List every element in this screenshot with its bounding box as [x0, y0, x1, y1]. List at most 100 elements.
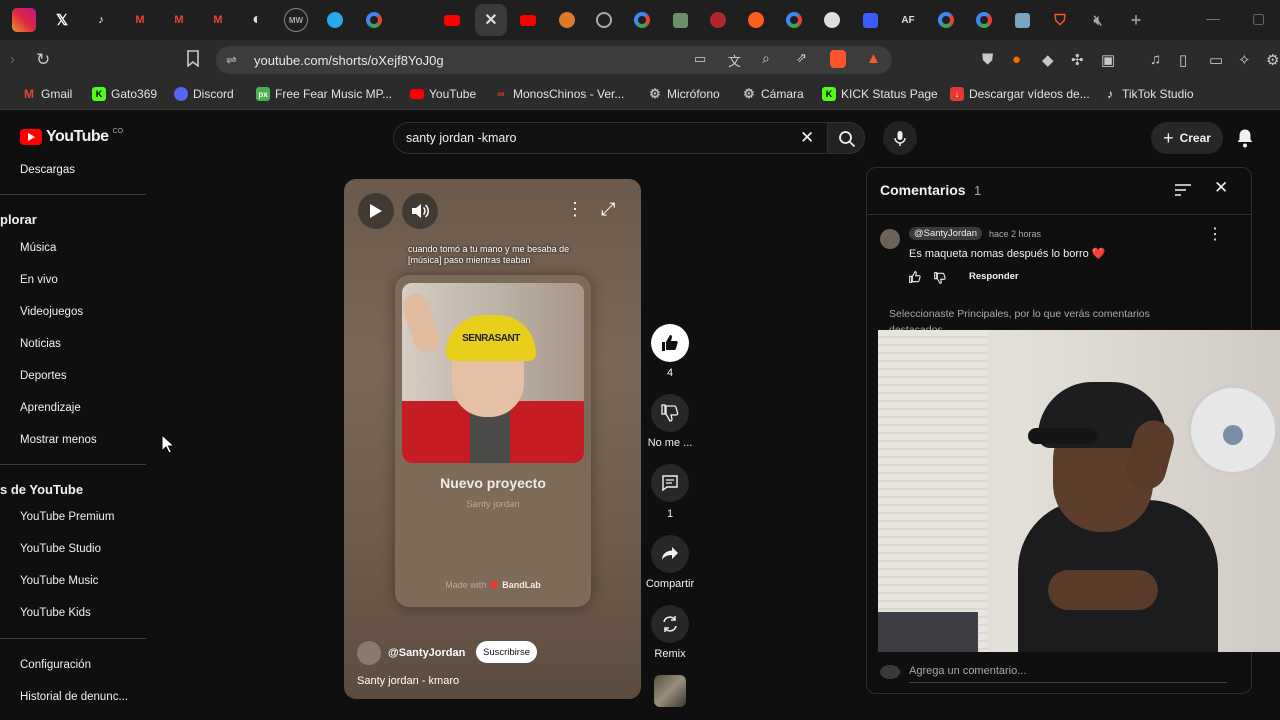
screenshot-icon[interactable]: ▣ — [1101, 51, 1115, 69]
tab-crunchy-icon[interactable] — [748, 12, 764, 28]
subscribe-button[interactable]: Suscribirse — [476, 641, 537, 663]
voice-search-button[interactable] — [883, 121, 917, 155]
sidebar-item-mostrar-menos[interactable]: Mostrar menos — [20, 434, 97, 446]
notifications-bell-icon[interactable] — [1236, 128, 1254, 148]
tab-github-icon[interactable] — [824, 12, 840, 28]
tab-close-icon[interactable]: ✕ — [475, 4, 507, 36]
sidebar-item-deportes[interactable]: Deportes — [20, 370, 67, 382]
reload-icon[interactable]: ↻ — [36, 50, 50, 70]
search-box[interactable]: santy jordan -kmaro ✕ — [393, 122, 828, 154]
share-icon[interactable]: ⇗ — [796, 50, 807, 66]
tab-x-icon[interactable]: 𝕏 — [50, 8, 74, 32]
sidebar-item-aprendizaje[interactable]: Aprendizaje — [20, 402, 81, 414]
sidebar-item-descargas[interactable]: Descargas — [20, 164, 75, 176]
share-button[interactable] — [651, 535, 689, 573]
bookmark-camara[interactable]: ⚙ Cámara — [742, 86, 804, 101]
tab-google-icon[interactable] — [976, 12, 992, 28]
shield-icon[interactable]: ⛊ — [982, 51, 993, 68]
sidebar-item-noticias[interactable]: Noticias — [20, 338, 61, 350]
more-options-icon[interactable]: ⋮ — [566, 200, 584, 218]
tab-google-icon[interactable] — [938, 12, 954, 28]
tab-gmail-icon[interactable]: M — [206, 8, 230, 32]
sidebar-item-videojuegos[interactable]: Videojuegos — [20, 306, 83, 318]
channel-avatar[interactable] — [357, 641, 381, 665]
tab-gmail-icon[interactable]: M — [128, 8, 152, 32]
bookmark-gato369[interactable]: K Gato369 — [92, 87, 157, 101]
tab-orange-icon[interactable] — [559, 12, 575, 28]
bookmark-tiktok-studio[interactable]: ♪ TikTok Studio — [1103, 87, 1194, 101]
brave-shields-icon[interactable] — [830, 50, 846, 68]
volume-button[interactable] — [402, 193, 438, 229]
tab-google-icon[interactable] — [786, 12, 802, 28]
shorts-player[interactable]: ⋮ ⤢ cuando tomó a tu mano y me besaba de… — [344, 179, 641, 699]
zoom-icon[interactable]: ⌕ — [762, 50, 770, 67]
cast-icon[interactable]: ▭ — [694, 51, 706, 67]
sidebar-item-youtube-premium[interactable]: YouTube Premium — [20, 511, 114, 523]
sidebar-item-youtube-studio[interactable]: YouTube Studio — [20, 543, 101, 555]
sidebar-item-youtube-music[interactable]: YouTube Music — [20, 575, 98, 587]
sidebar-item-en-vivo[interactable]: En vivo — [20, 274, 58, 286]
tab-blue-icon[interactable] — [862, 12, 878, 28]
tab-gmail-icon[interactable]: M — [167, 8, 191, 32]
bookmark-icon[interactable] — [186, 50, 200, 71]
maximize-icon[interactable]: ▢ — [1252, 10, 1265, 27]
comment-like-icon[interactable] — [909, 271, 921, 283]
like-button[interactable] — [651, 324, 689, 362]
clear-search-icon[interactable]: ✕ — [800, 128, 814, 148]
search-button[interactable] — [827, 122, 865, 154]
site-info-icon[interactable]: ⇌ — [226, 52, 237, 68]
bookmark-gmail[interactable]: M Gmail — [22, 87, 72, 101]
comment-author-badge[interactable]: @SantyJordan — [909, 227, 982, 240]
close-comments-icon[interactable]: ✕ — [1214, 178, 1228, 198]
tab-circle-icon[interactable] — [596, 12, 612, 28]
tab-google-icon[interactable] — [366, 12, 382, 28]
forward-icon[interactable]: › — [10, 51, 15, 68]
tab-brave-icon[interactable]: ⛉ — [1048, 8, 1072, 32]
brave-rewards-icon[interactable]: ▲ — [866, 50, 881, 67]
bookmark-kick-status[interactable]: K KICK Status Page — [822, 87, 938, 101]
tab-af-icon[interactable]: AF — [896, 8, 920, 32]
dislike-button[interactable] — [651, 394, 689, 432]
sidebar-icon[interactable]: ▯ — [1179, 51, 1187, 69]
sound-thumbnail[interactable] — [654, 675, 686, 707]
create-button[interactable]: + Crear — [1151, 122, 1223, 154]
tab-settings-icon[interactable] — [1014, 12, 1030, 28]
bookmark-free-fear-music[interactable]: px Free Fear Music MP... — [256, 87, 392, 101]
leo-ai-icon[interactable]: ✧ — [1238, 51, 1251, 69]
wallet-icon[interactable]: ▭ — [1209, 51, 1223, 69]
bookmark-microfono[interactable]: ⚙ Micrófono — [648, 86, 720, 101]
tab-red-icon[interactable] — [710, 12, 726, 28]
tab-telegram-icon[interactable] — [327, 12, 343, 28]
sidebar-item-configuracion[interactable]: Configuración — [20, 659, 91, 671]
tab-image-icon[interactable] — [672, 12, 688, 28]
minimize-icon[interactable]: — — [1206, 10, 1220, 26]
media-icon[interactable]: ♫ — [1150, 51, 1161, 68]
fullscreen-icon[interactable]: ⤢ — [601, 200, 615, 218]
tab-instagram-icon[interactable] — [12, 8, 36, 32]
tab-moon-icon[interactable]: ◐ — [245, 8, 269, 32]
sort-icon[interactable] — [1174, 183, 1192, 197]
commenter-avatar[interactable] — [880, 229, 900, 249]
extension-fire-icon[interactable]: ● — [1012, 51, 1021, 68]
bookmark-monoschinos[interactable]: ∞ MonosChinos - Ver... — [494, 87, 624, 101]
comment-dislike-icon[interactable] — [934, 272, 946, 284]
channel-name[interactable]: @SantyJordan — [388, 647, 465, 659]
youtube-logo[interactable]: YouTube CO — [20, 128, 123, 146]
settings-icon[interactable]: ⚙ — [1266, 51, 1279, 69]
tab-tiktok-icon[interactable]: ♪ — [89, 8, 113, 32]
tab-mw-icon[interactable]: MW — [284, 8, 308, 32]
bookmark-discord[interactable]: Discord — [174, 87, 234, 101]
comment-more-icon[interactable]: ⋮ — [1207, 224, 1223, 244]
add-comment-input[interactable]: Agrega un comentario... — [909, 665, 1227, 683]
play-button[interactable] — [358, 193, 394, 229]
remix-button[interactable] — [651, 605, 689, 643]
search-input[interactable]: santy jordan -kmaro — [406, 131, 516, 145]
extensions-puzzle-icon[interactable]: ✣ — [1071, 51, 1084, 69]
tab-youtube-icon[interactable] — [444, 14, 460, 26]
sidebar-item-youtube-kids[interactable]: YouTube Kids — [20, 607, 91, 619]
comments-button[interactable] — [651, 464, 689, 502]
sidebar-item-musica[interactable]: Música — [20, 242, 56, 254]
tab-google-icon[interactable] — [634, 12, 650, 28]
address-bar[interactable]: ⇌ youtube.com/shorts/oXejf8YoJ0g ▭ 文 ⌕ ⇗… — [216, 46, 892, 74]
bookmark-descargar[interactable]: ↓ Descargar vídeos de... — [950, 87, 1090, 101]
